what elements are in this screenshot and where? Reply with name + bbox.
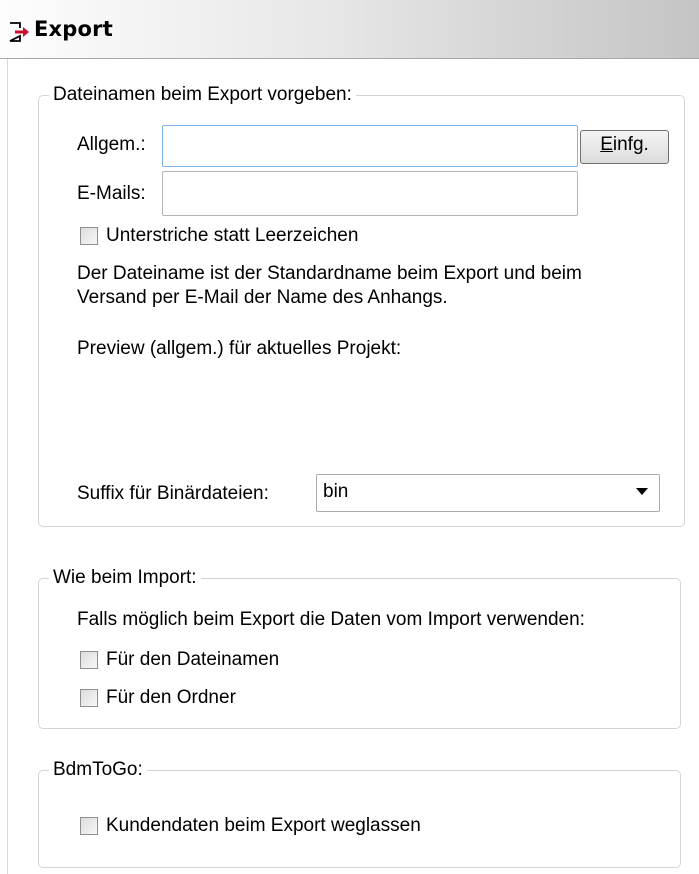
omit-customer-checkbox-row[interactable]: Kundendaten beim Export weglassen xyxy=(80,814,421,838)
suffix-dropdown-value: bin xyxy=(323,481,349,502)
underscore-checkbox-row[interactable]: Unterstriche statt Leerzeichen xyxy=(80,224,358,248)
folder-checkbox-row[interactable]: Für den Ordner xyxy=(80,686,236,710)
suffix-dropdown[interactable]: bin xyxy=(316,474,660,512)
filename-checkbox-row[interactable]: Für den Dateinamen xyxy=(80,648,279,672)
email-filename-input[interactable] xyxy=(162,171,578,216)
panel-header: Export xyxy=(0,0,699,59)
omit-customer-checkbox[interactable] xyxy=(80,817,98,835)
chevron-down-icon xyxy=(636,488,648,495)
import-description: Falls möglich beim Export die Daten vom … xyxy=(77,609,585,630)
folder-checkbox-label: Für den Ordner xyxy=(106,687,236,708)
export-arrow-icon xyxy=(9,22,29,42)
import-group-legend: Wie beim Import: xyxy=(49,567,201,589)
filenames-group-legend: Dateinamen beim Export vorgeben: xyxy=(49,84,356,106)
insert-button[interactable]: Einfg. xyxy=(580,130,669,164)
filename-checkbox-label: Für den Dateinamen xyxy=(106,649,280,670)
preview-label: Preview (allgem.) für aktuelles Projekt: xyxy=(77,338,402,359)
email-label: E-Mails: xyxy=(77,183,146,204)
filename-checkbox[interactable] xyxy=(80,651,98,669)
folder-checkbox[interactable] xyxy=(80,689,98,707)
suffix-label: Suffix für Binärdateien: xyxy=(77,483,269,504)
underscore-checkbox[interactable] xyxy=(80,227,98,245)
underscore-checkbox-label: Unterstriche statt Leerzeichen xyxy=(106,225,359,246)
insert-button-label: infg. xyxy=(612,134,649,155)
bdmtogo-group-legend: BdmToGo: xyxy=(49,759,147,781)
panel-title: Export xyxy=(34,17,113,41)
omit-customer-checkbox-label: Kundendaten beim Export weglassen xyxy=(106,815,421,836)
general-label: Allgem.: xyxy=(77,134,146,155)
left-border xyxy=(0,59,8,874)
insert-button-mnemonic: E xyxy=(600,134,613,155)
description-line-2: Versand per E-Mail der Name des Anhangs. xyxy=(77,287,448,308)
description-line-1: Der Dateiname ist der Standardname beim … xyxy=(77,263,582,284)
general-filename-input[interactable] xyxy=(162,125,578,167)
